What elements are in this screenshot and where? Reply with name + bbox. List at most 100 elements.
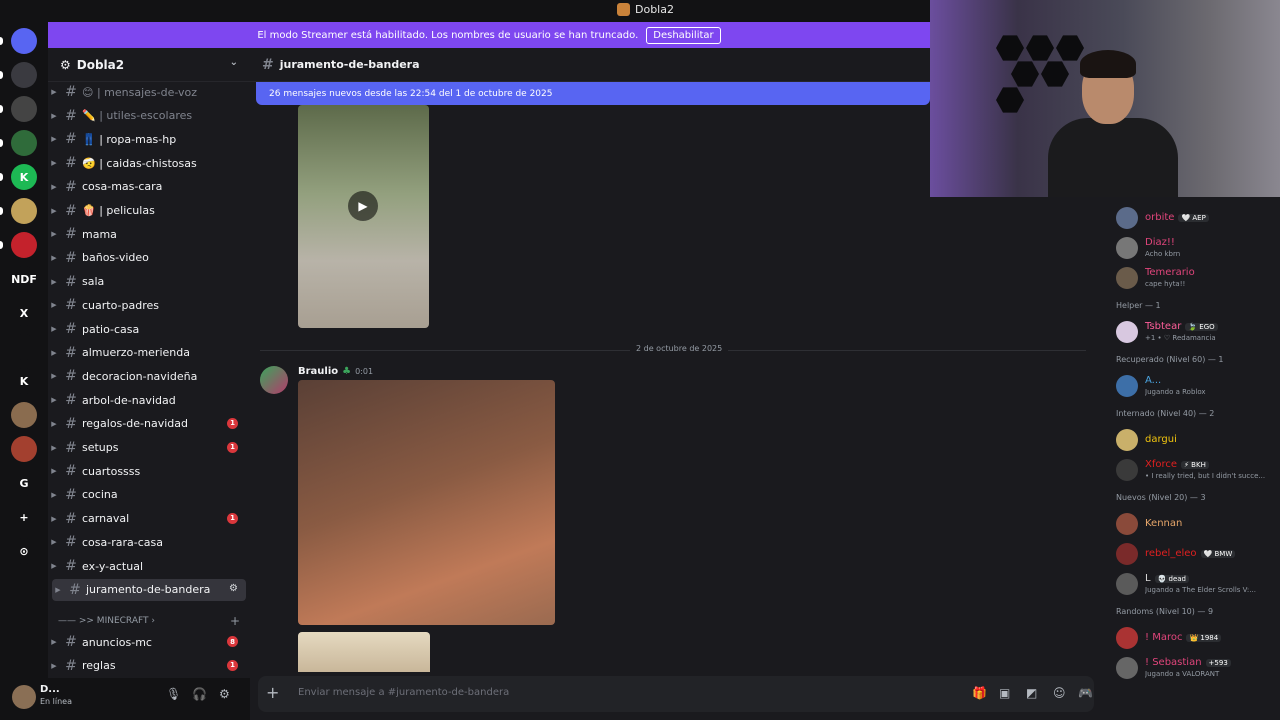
server-icon-9[interactable] [11, 334, 37, 360]
chevron-down-icon[interactable]: ⌄ [230, 57, 238, 68]
channel-baos-video[interactable]: ▶ # baños-video [48, 247, 250, 269]
headphones-icon[interactable]: 🎧 [192, 687, 207, 701]
unread-arrow-icon: ▶ [51, 230, 57, 239]
channel-caidas-chistosas[interactable]: ▶ # 🤕 | caidas-chistosas [48, 152, 250, 174]
channel-sala[interactable]: ▶ # sala [48, 271, 250, 293]
server-icon-8[interactable]: X [11, 300, 37, 326]
member-name-row: rebel_eleo 🤍 BMW [1145, 548, 1236, 559]
emoji-icon[interactable]: ☺ [1053, 686, 1066, 700]
member-item[interactable]: Xforce ⚡ BKH • I really tried, but I didn'… [1100, 455, 1280, 485]
member-avatar [1116, 267, 1138, 289]
member-item[interactable]: rebel_eleo 🤍 BMW [1100, 539, 1280, 569]
message-avatar[interactable] [260, 366, 288, 394]
add-channel-icon[interactable]: + [230, 614, 240, 628]
image-attachment-partial[interactable] [298, 632, 430, 672]
member-name: rebel_eleo [1145, 548, 1197, 559]
member-group-header: Randoms (Nivel 10) — 9 [1116, 607, 1214, 616]
message-author[interactable]: Braulio [298, 366, 338, 377]
member-item[interactable]: Temerario cape hyta!! [1100, 263, 1280, 293]
unread-count-badge: 1 [227, 441, 238, 453]
server-icon-10[interactable]: K [11, 368, 37, 394]
disable-streamer-button[interactable]: Deshabilitar [646, 26, 721, 44]
member-item[interactable]: ! Sebastian +593 Jugando a VALORANT [1100, 653, 1280, 683]
server-icon-4[interactable]: K [11, 164, 37, 190]
message-time: 0:01 [355, 367, 374, 376]
sticker-icon[interactable]: ◩ [1026, 686, 1037, 700]
upload-plus-icon[interactable]: + [266, 683, 279, 702]
channel-cosa-rara-casa[interactable]: ▶ # cosa-rara-casa [48, 531, 250, 553]
member-avatar [1116, 627, 1138, 649]
apps-icon[interactable]: 🎮 [1078, 686, 1093, 700]
channel-anuncios-mc[interactable]: ▶ # anuncios-mc 8 [48, 631, 250, 653]
channel-title: juramento-de-bandera [279, 58, 420, 71]
channel-juramento-de-bandera[interactable]: ▶ # juramento-de-bandera ⚙ [52, 578, 246, 601]
unread-arrow-icon: ▶ [51, 419, 57, 428]
member-status: Jugando a VALORANT [1145, 670, 1220, 678]
channel-label: 🍿 | peliculas [82, 204, 155, 217]
channel-label: setups [82, 441, 119, 454]
channel-ex-y-actual[interactable]: ▶ # ex-y-actual [48, 555, 250, 577]
channel-utiles-escolares[interactable]: ▶ # ✏️ | utiles-escolares [48, 105, 250, 127]
avatar[interactable] [12, 685, 36, 709]
member-item[interactable]: L 💀 dead Jugando a The Elder Scrolls V:... [1100, 569, 1280, 599]
channel-cuartossss[interactable]: ▶ # cuartossss [48, 460, 250, 482]
member-item[interactable]: Tsbtear 🍃 EGO +1 • ♡ Redamancia [1100, 317, 1280, 347]
channel-label: baños-video [82, 251, 149, 265]
member-avatar [1116, 375, 1138, 397]
channel-mensajes-de-voz[interactable]: ▶ # 😊 | mensajes-de-voz [48, 81, 250, 103]
server-icon-7[interactable]: NDF [11, 266, 37, 292]
server-icon-14[interactable]: + [11, 504, 37, 530]
channel-cuarto-padres[interactable]: ▶ # cuarto-padres [48, 294, 250, 316]
unread-arrow-icon: ▶ [51, 325, 57, 333]
channel-reglas[interactable]: ▶ # reglas 1 [48, 655, 250, 677]
channel-settings-icon[interactable]: ⚙ [229, 583, 238, 594]
gift-icon[interactable]: 🎁 [972, 686, 987, 700]
channel-regalos-de-navidad[interactable]: ▶ # regalos-de-navidad 1 [48, 413, 250, 435]
server-header[interactable]: ⚙ Dobla2 ⌄ [48, 48, 250, 82]
channel-patio-casa[interactable]: ▶ # patio-casa [48, 318, 250, 340]
member-item[interactable]: ! Maroc 👑 1984 [1100, 623, 1280, 653]
channel-setups[interactable]: ▶ # setups 1 [48, 437, 250, 459]
role-badge-icon: ♣ [342, 366, 352, 377]
gif-icon[interactable]: ▣ [999, 686, 1010, 700]
server-icon-12[interactable] [11, 436, 37, 462]
channel-almuerzo-merienda[interactable]: ▶ # almuerzo-merienda [48, 342, 250, 364]
channel-mama[interactable]: ▶ # mama [48, 223, 250, 245]
play-icon[interactable]: ▶ [348, 191, 378, 221]
category-label: —— >> MINECRAFT › [58, 616, 155, 626]
image-attachment[interactable] [298, 380, 555, 625]
member-item[interactable]: Diaz!! Acho kbrn [1100, 233, 1280, 263]
server-icon-0[interactable] [11, 28, 37, 54]
channel-label: sala [82, 275, 105, 289]
server-icon-11[interactable] [11, 402, 37, 428]
channel-carnaval[interactable]: ▶ # carnaval 1 [48, 508, 250, 530]
server-icon-5[interactable] [11, 198, 37, 224]
server-icon-15[interactable]: ⊙ [11, 538, 37, 564]
channel-decoracion-navidea[interactable]: ▶ # decoracion-navideña [48, 365, 250, 387]
server-icon-13[interactable]: G [11, 470, 37, 496]
channel-ropa-mas-hp[interactable]: ▶ # 👖 | ropa-mas-hp [48, 128, 250, 150]
member-item[interactable]: Kennan [1100, 509, 1280, 539]
acoustic-panel [1026, 35, 1054, 61]
webcam-overlay [930, 0, 1280, 197]
message-input[interactable]: Enviar mensaje a #juramento-de-bandera [298, 687, 509, 698]
channel-arbol-de-navidad[interactable]: ▶ # arbol-de-navidad [48, 389, 250, 411]
settings-gear-icon[interactable]: ⚙ [219, 687, 230, 701]
server-icon-1[interactable] [11, 62, 37, 88]
channel-cocina[interactable]: ▶ # cocina [48, 484, 250, 506]
category-minecraft[interactable]: —— >> MINECRAFT › + [58, 614, 240, 628]
member-item[interactable]: orbite 🤍 AEP [1100, 203, 1280, 233]
video-attachment[interactable]: ▶ [298, 105, 429, 328]
hash-icon: # [65, 415, 77, 432]
channel-cosa-mas-cara[interactable]: ▶ # cosa-mas-cara [48, 176, 250, 198]
microphone-icon[interactable]: 🎙 [166, 687, 181, 701]
member-name: Kennan [1145, 518, 1183, 529]
member-item[interactable]: dargui [1100, 425, 1280, 455]
new-messages-bar[interactable]: 26 mensajes nuevos desde las 22:54 del 1… [256, 82, 930, 105]
member-item[interactable]: A... Jugando a Roblox [1100, 371, 1280, 401]
channel-peliculas[interactable]: ▶ # 🍿 | peliculas [48, 200, 250, 222]
server-icon-2[interactable] [11, 96, 37, 122]
server-icon-3[interactable] [11, 130, 37, 156]
server-icon-6[interactable] [11, 232, 37, 258]
member-tag: 🤍 BMW [1200, 549, 1236, 558]
